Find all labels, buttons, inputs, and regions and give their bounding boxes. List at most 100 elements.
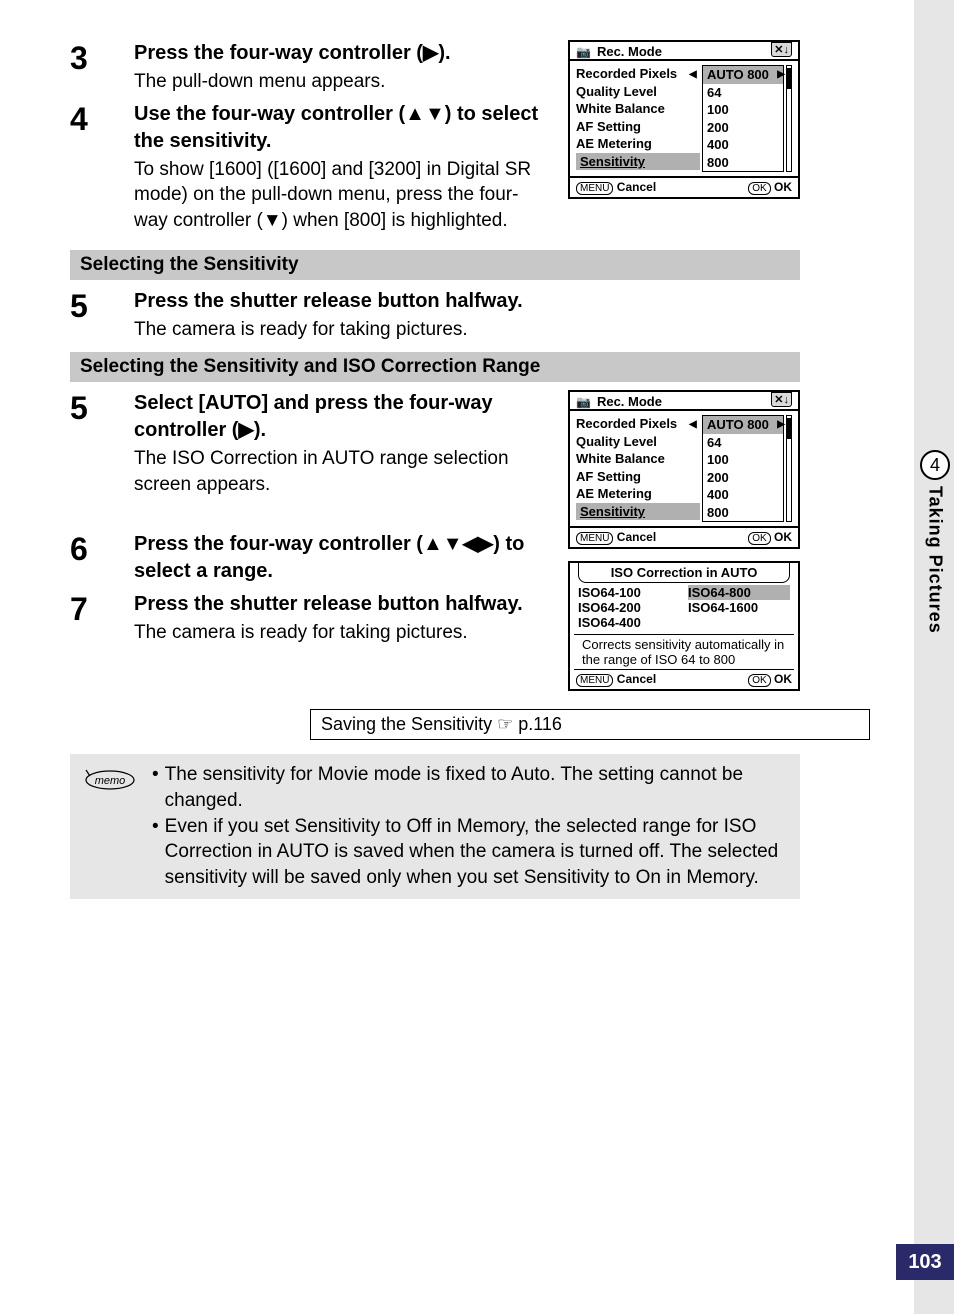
lcd-panel-1: Rec. Mode ✕↓ Recorded Pixels Quality Lev…	[568, 40, 800, 199]
lcd-value-selected: AUTO 800	[703, 416, 783, 434]
section-number: 4	[920, 450, 950, 480]
lcd-value: 200	[703, 469, 783, 487]
lcd-title: Rec. Mode	[597, 394, 662, 409]
lcd-panel-2: Rec. Mode ✕↓ Recorded Pixels Quality Lev…	[568, 390, 800, 549]
ok-label: OK	[774, 180, 792, 194]
lcd-label: Quality Level	[576, 83, 700, 101]
iso-option-selected: ISO64-800	[688, 585, 790, 600]
iso-option: ISO64-1600	[688, 600, 790, 615]
lcd-values: AUTO 800 64 100 200 400 800	[702, 65, 784, 172]
lcd-value: 400	[703, 486, 783, 504]
lcd-value: 64	[703, 434, 783, 452]
step-desc: The ISO Correction in AUTO range selecti…	[134, 446, 550, 497]
section-tab: 4 Taking Pictures	[920, 450, 950, 634]
memo-bullet-2: Even if you set Sensitivity to Off in Me…	[165, 814, 790, 891]
lcd-label: AF Setting	[576, 468, 700, 486]
lcd-value: 400	[703, 136, 783, 154]
step-number: 4	[70, 101, 134, 234]
memo-bullet-1: The sensitivity for Movie mode is fixed …	[165, 762, 790, 813]
lcd-scrollbar	[786, 65, 792, 172]
bullet-icon: •	[152, 814, 159, 891]
lcd-value: 200	[703, 119, 783, 137]
lcd-label-selected: Sensitivity	[576, 153, 700, 171]
lcd-values: AUTO 800 64 100 200 400 800	[702, 415, 784, 522]
lcd-footer: MENU Cancel OK OK	[570, 176, 798, 197]
step-3: 3 Press the four-way controller (▶). The…	[70, 40, 550, 95]
lcd-value: 64	[703, 84, 783, 102]
iso-option: ISO64-400	[578, 615, 680, 630]
lcd-label: White Balance	[576, 100, 700, 118]
lcd-label: Recorded Pixels	[576, 415, 700, 433]
step-desc: To show [1600] ([1600] and [3200] in Dig…	[134, 157, 550, 234]
step-title: Select [AUTO] and press the four-way con…	[134, 390, 550, 444]
iso-description: Corrects sensitivity automatically in th…	[574, 634, 794, 670]
iso-option: ISO64-100	[578, 585, 680, 600]
lcd-label: Recorded Pixels	[576, 65, 700, 83]
lcd-value: 100	[703, 101, 783, 119]
iso-lcd-panel: ISO Correction in AUTO ISO64-100 ISO64-8…	[568, 561, 800, 691]
lcd-label: AE Metering	[576, 485, 700, 503]
page-number: 103	[896, 1244, 954, 1280]
step-number: 6	[70, 531, 134, 585]
lcd-value: 100	[703, 451, 783, 469]
step-4: 4 Use the four-way controller (▲▼) to se…	[70, 101, 550, 234]
tools-icon: ✕↓	[771, 42, 792, 57]
section-bar: Selecting the Sensitivity	[70, 250, 800, 280]
ok-button-icon: OK	[748, 182, 770, 195]
lcd-label: AE Metering	[576, 135, 700, 153]
cancel-label: Cancel	[617, 530, 656, 544]
lcd-value: 800	[703, 154, 783, 172]
step-desc: The pull-down menu appears.	[134, 69, 550, 95]
svg-text:memo: memo	[95, 775, 126, 787]
step-7: 7 Press the shutter release button halfw…	[70, 591, 550, 646]
ok-label: OK	[774, 530, 792, 544]
memo-icon: memo	[80, 764, 138, 795]
lcd-label-selected: Sensitivity	[576, 503, 700, 521]
iso-footer: MENU Cancel OK OK	[570, 670, 798, 689]
step-5a: 5 Press the shutter release button halfw…	[70, 288, 800, 343]
iso-title: ISO Correction in AUTO	[578, 563, 790, 583]
menu-button-icon: MENU	[576, 182, 613, 195]
lcd-labels: Recorded Pixels Quality Level White Bala…	[576, 415, 700, 522]
memo-body: •The sensitivity for Movie mode is fixed…	[152, 762, 790, 890]
ok-button-icon: OK	[748, 674, 770, 687]
memo-box: memo •The sensitivity for Movie mode is …	[70, 754, 800, 898]
lcd-scrollbar	[786, 415, 792, 522]
cancel-label: Cancel	[617, 180, 656, 194]
section-bar: Selecting the Sensitivity and ISO Correc…	[70, 352, 800, 382]
bullet-icon: •	[152, 762, 159, 813]
step-5b: 5 Select [AUTO] and press the four-way c…	[70, 390, 550, 497]
step-title: Use the four-way controller (▲▼) to sele…	[134, 101, 550, 155]
lcd-labels: Recorded Pixels Quality Level White Bala…	[576, 65, 700, 172]
step-desc: The camera is ready for taking pictures.	[134, 620, 550, 646]
step-number: 7	[70, 591, 134, 646]
lcd-title: Rec. Mode	[597, 44, 662, 59]
page-content: 3 Press the four-way controller (▶). The…	[0, 0, 880, 899]
cross-reference: Saving the Sensitivity ☞ p.116	[310, 709, 870, 740]
iso-option: ISO64-200	[578, 600, 680, 615]
lcd-label: AF Setting	[576, 118, 700, 136]
lcd-label: Quality Level	[576, 433, 700, 451]
step-6: 6 Press the four-way controller (▲▼◀▶) t…	[70, 531, 550, 585]
menu-button-icon: MENU	[576, 532, 613, 545]
lcd-footer: MENU Cancel OK OK	[570, 526, 798, 547]
step-title: Press the shutter release button halfway…	[134, 591, 550, 618]
lcd-value-selected: AUTO 800	[703, 66, 783, 84]
step-title: Press the shutter release button halfway…	[134, 288, 800, 315]
step-number: 3	[70, 40, 134, 95]
tools-icon: ✕↓	[771, 392, 792, 407]
camera-icon	[576, 44, 593, 59]
step-title: Press the four-way controller (▲▼◀▶) to …	[134, 531, 550, 585]
camera-icon	[576, 394, 593, 409]
cancel-label: Cancel	[617, 672, 656, 686]
ok-button-icon: OK	[748, 532, 770, 545]
lcd-value: 800	[703, 504, 783, 522]
right-margin	[914, 0, 954, 1314]
step-number: 5	[70, 288, 134, 343]
lcd-label: White Balance	[576, 450, 700, 468]
step-desc: The camera is ready for taking pictures.	[134, 317, 800, 343]
menu-button-icon: MENU	[576, 674, 613, 687]
step-title: Press the four-way controller (▶).	[134, 40, 550, 67]
ok-label: OK	[774, 672, 792, 686]
section-title: Taking Pictures	[925, 486, 946, 634]
